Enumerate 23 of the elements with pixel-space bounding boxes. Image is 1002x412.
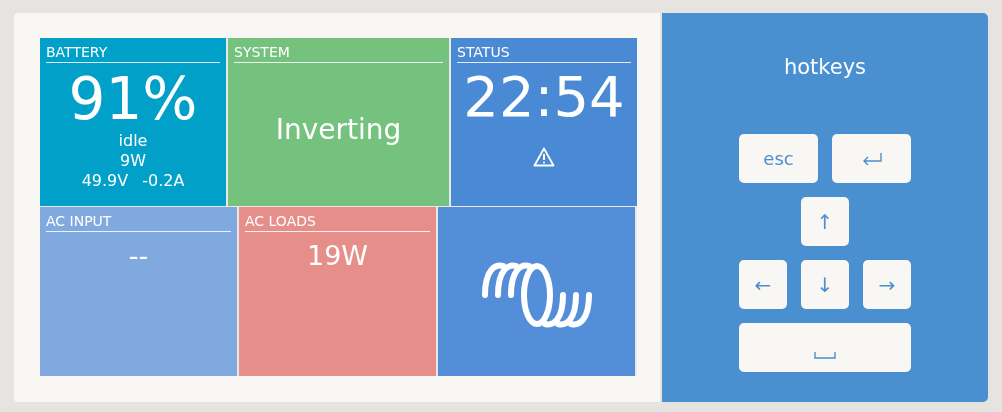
battery-current: -0.2A (142, 171, 185, 191)
battery-voltage: 49.9V (81, 171, 129, 191)
keyboard-key[interactable]: ↑ (801, 197, 849, 246)
space-key[interactable] (739, 323, 911, 372)
keyboard-key[interactable]: ← (739, 260, 787, 309)
tile-value: 19W (306, 240, 369, 271)
tile-title: SYSTEM (234, 44, 443, 63)
tile-title: AC LOADS (245, 213, 430, 232)
hotkeys-title: hotkeys (783, 55, 867, 79)
keyboard-key[interactable]: → (863, 260, 911, 309)
space-icon (814, 350, 836, 359)
tile-value: -- (128, 240, 149, 271)
battery-percentage: 91% (68, 67, 198, 131)
system-state: Inverting (275, 113, 402, 146)
tile-title: STATUS (457, 44, 631, 63)
battery-info: idle (118, 131, 148, 151)
keyboard-key[interactable]: esc (739, 134, 818, 183)
keyboard-key[interactable]: ↓ (801, 260, 849, 309)
tile-title: BATTERY (46, 44, 220, 63)
enter-key[interactable] (832, 134, 911, 183)
battery-info: 9W (120, 151, 146, 171)
tile-title: AC INPUT (46, 213, 231, 232)
status-time: 22:54 (463, 65, 625, 129)
